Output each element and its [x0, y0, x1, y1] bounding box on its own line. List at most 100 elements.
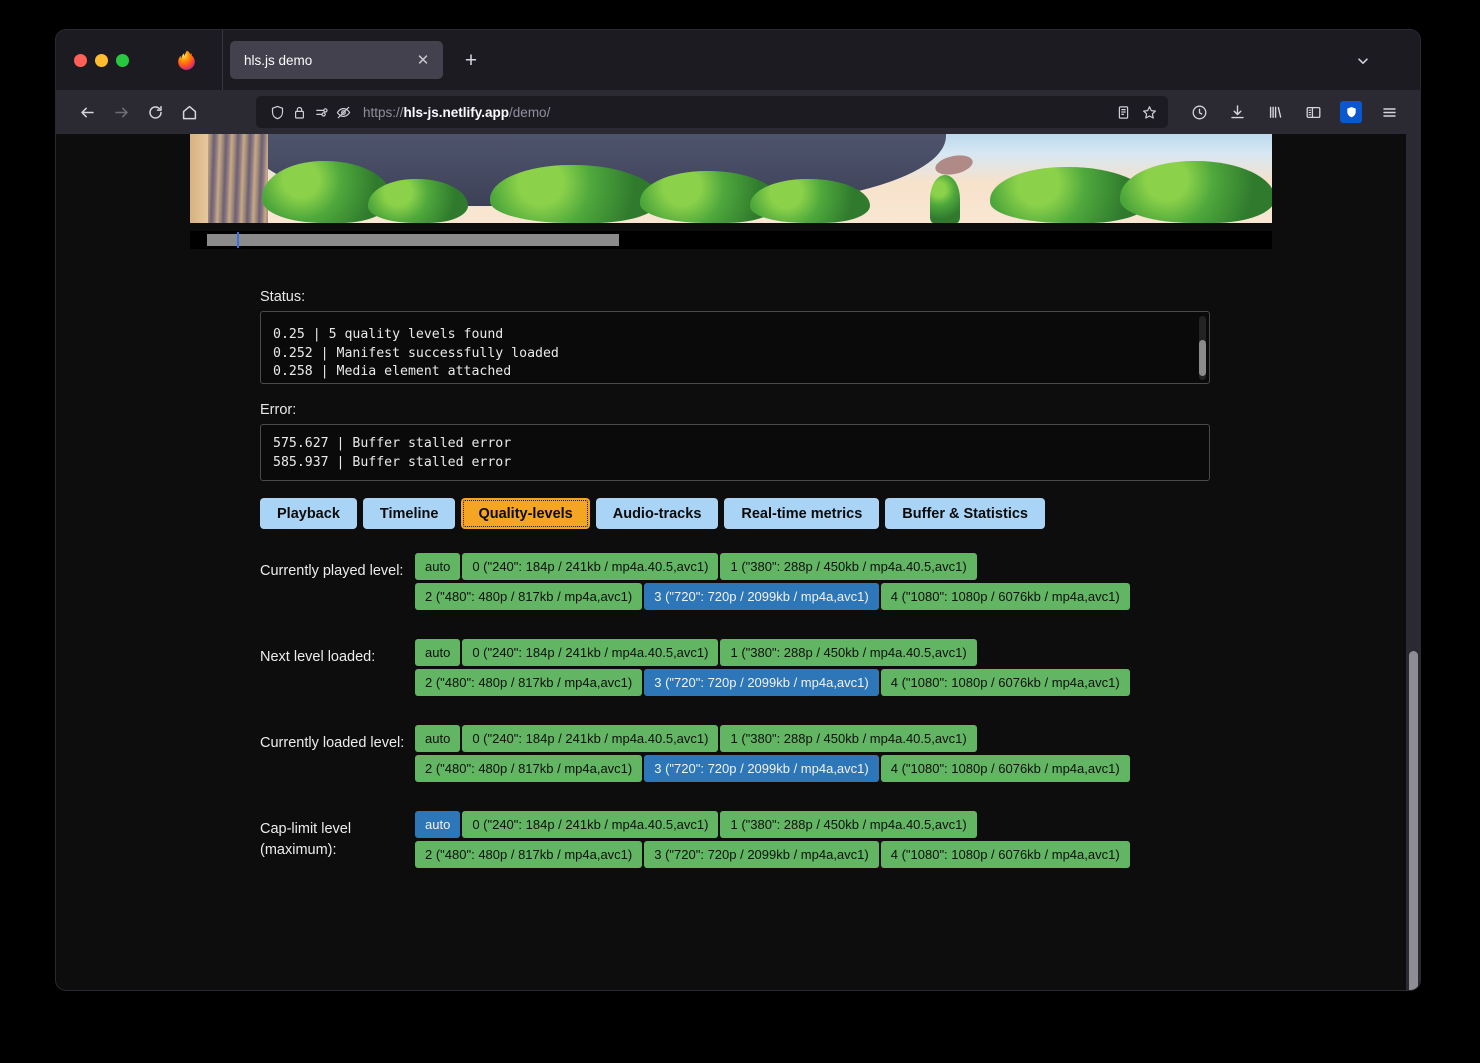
video-bush	[1120, 161, 1272, 223]
forward-button[interactable]	[104, 96, 138, 128]
level-row-currently-played: Currently played level: auto 0 ("240": 1…	[260, 553, 1210, 613]
shield-extension-icon[interactable]	[1334, 96, 1368, 128]
demo-tab-bar: Playback Timeline Quality-levels Audio-t…	[260, 498, 1210, 529]
level-row-label: Currently played level:	[260, 563, 404, 579]
level-button-4[interactable]: 4 ("1080": 1080p / 6076kb / mp4a,avc1)	[880, 755, 1130, 782]
level-button-2[interactable]: 2 ("480": 480p / 817kb / mp4a,avc1)	[415, 755, 643, 782]
level-row-buttons: auto 0 ("240": 184p / 241kb / mp4a.40.5,…	[415, 639, 1165, 699]
level-button-3[interactable]: 3 ("720": 720p / 2099kb / mp4a,avc1)	[644, 755, 879, 782]
status-log-line: 0.258 | Media element attached	[273, 364, 512, 379]
level-button-4[interactable]: 4 ("1080": 1080p / 6076kb / mp4a,avc1)	[880, 583, 1130, 610]
history-icon[interactable]	[1182, 96, 1216, 128]
url-text: https://hls-js.netlify.app/demo/	[363, 105, 1112, 120]
reader-mode-icon[interactable]	[1112, 101, 1134, 123]
status-label: Status:	[260, 289, 306, 305]
browser-tab[interactable]: hls.js demo ✕	[230, 41, 443, 79]
url-host: hls-js.netlify.app	[403, 104, 510, 120]
status-log-scrollbar[interactable]	[1199, 316, 1206, 380]
status-log[interactable]: 0.25 | 5 quality levels found 0.252 | Ma…	[260, 311, 1210, 384]
level-row-buttons: auto 0 ("240": 184p / 241kb / mp4a.40.5,…	[415, 553, 1165, 613]
firefox-logo-icon	[176, 49, 198, 71]
tab-audio-tracks[interactable]: Audio-tracks	[595, 498, 719, 529]
no-tracking-icon[interactable]	[332, 101, 354, 123]
level-button-3[interactable]: 3 ("720": 720p / 2099kb / mp4a,avc1)	[644, 841, 879, 868]
tab-close-icon[interactable]: ✕	[413, 50, 433, 70]
error-log[interactable]: 575.627 | Buffer stalled error 585.937 |…	[260, 424, 1210, 481]
level-button-auto[interactable]: auto	[415, 811, 461, 838]
chevron-down-icon[interactable]	[1352, 50, 1374, 72]
level-button-3[interactable]: 3 ("720": 720p / 2099kb / mp4a,avc1)	[644, 583, 879, 610]
level-button-1[interactable]: 1 ("380": 288p / 450kb / mp4a.40.5,avc1)	[720, 725, 977, 752]
video-player[interactable]	[190, 134, 1272, 223]
tab-quality-levels[interactable]: Quality-levels	[461, 498, 590, 529]
urlbar-right-icons	[1112, 101, 1160, 123]
page-viewport: Status: 0.25 | 5 quality levels found 0.…	[56, 134, 1420, 990]
level-button-1[interactable]: 1 ("380": 288p / 450kb / mp4a.40.5,avc1)	[720, 639, 977, 666]
demo-content: Status: 0.25 | 5 quality levels found 0.…	[56, 289, 1420, 871]
level-button-0[interactable]: 0 ("240": 184p / 241kb / mp4a.40.5,avc1)	[462, 725, 719, 752]
level-button-0[interactable]: 0 ("240": 184p / 241kb / mp4a.40.5,avc1)	[462, 811, 719, 838]
level-row-label: Currently loaded level:	[260, 735, 405, 751]
url-protocol: https://	[363, 104, 404, 120]
new-tab-button[interactable]: +	[459, 48, 483, 72]
shield-icon[interactable]	[266, 101, 288, 123]
window-traffic-lights	[74, 53, 129, 67]
status-log-clipped-line	[273, 319, 1199, 326]
error-label: Error:	[260, 402, 297, 418]
downloads-icon[interactable]	[1220, 96, 1254, 128]
level-button-3[interactable]: 3 ("720": 720p / 2099kb / mp4a,avc1)	[644, 669, 879, 696]
tab-buffer-statistics[interactable]: Buffer & Statistics	[885, 498, 1045, 529]
browser-navigation-toolbar: https://hls-js.netlify.app/demo/	[56, 90, 1420, 134]
home-button[interactable]	[172, 96, 206, 128]
reload-button[interactable]	[138, 96, 172, 128]
error-log-line: 585.937 | Buffer stalled error	[273, 454, 512, 470]
tab-real-time-metrics[interactable]: Real-time metrics	[724, 498, 880, 529]
level-row-label: Cap-limit level (maximum):	[260, 821, 352, 858]
level-button-0[interactable]: 0 ("240": 184p / 241kb / mp4a.40.5,avc1)	[462, 639, 719, 666]
level-row-cap-limit: Cap-limit level (maximum): auto 0 ("240"…	[260, 811, 1210, 871]
level-button-auto[interactable]: auto	[415, 639, 461, 666]
status-log-scroll-thumb[interactable]	[1199, 340, 1206, 376]
level-row-currently-loaded: Currently loaded level: auto 0 ("240": 1…	[260, 725, 1210, 785]
level-button-auto[interactable]: auto	[415, 553, 461, 580]
tabstrip-divider	[222, 30, 223, 90]
page-scrollbar-thumb[interactable]	[1409, 651, 1418, 990]
seek-playhead[interactable]	[237, 232, 239, 248]
status-log-line: 0.25 | 5 quality levels found	[273, 327, 504, 342]
level-button-1[interactable]: 1 ("380": 288p / 450kb / mp4a.40.5,avc1)	[720, 553, 977, 580]
bookmark-star-icon[interactable]	[1138, 101, 1160, 123]
video-seek-bar[interactable]	[190, 231, 1272, 249]
level-button-4[interactable]: 4 ("1080": 1080p / 6076kb / mp4a,avc1)	[880, 841, 1130, 868]
sidebar-icon[interactable]	[1296, 96, 1330, 128]
seek-buffered-range	[207, 234, 619, 246]
level-button-1[interactable]: 1 ("380": 288p / 450kb / mp4a.40.5,avc1)	[720, 811, 977, 838]
application-menu-icon[interactable]	[1372, 96, 1406, 128]
tab-timeline[interactable]: Timeline	[362, 498, 456, 529]
level-row-next-loaded: Next level loaded: auto 0 ("240": 184p /…	[260, 639, 1210, 699]
tab-title: hls.js demo	[244, 52, 313, 68]
window-close-button[interactable]	[74, 53, 87, 67]
level-button-2[interactable]: 2 ("480": 480p / 817kb / mp4a,avc1)	[415, 669, 643, 696]
library-icon[interactable]	[1258, 96, 1292, 128]
video-tree-trunk-light	[190, 134, 208, 223]
window-minimize-button[interactable]	[95, 53, 108, 67]
window-maximize-button[interactable]	[116, 53, 129, 67]
browser-toolbar-actions	[1182, 96, 1406, 128]
level-button-4[interactable]: 4 ("1080": 1080p / 6076kb / mp4a,avc1)	[880, 669, 1130, 696]
tab-playback[interactable]: Playback	[260, 498, 357, 529]
level-button-auto[interactable]: auto	[415, 725, 461, 752]
page-scrollbar[interactable]	[1406, 134, 1420, 990]
level-row-buttons: auto 0 ("240": 184p / 241kb / mp4a.40.5,…	[415, 725, 1165, 785]
status-log-line: 0.252 | Manifest successfully loaded	[273, 345, 559, 361]
permissions-icon[interactable]	[310, 101, 332, 123]
level-button-2[interactable]: 2 ("480": 480p / 817kb / mp4a,avc1)	[415, 583, 643, 610]
url-bar[interactable]: https://hls-js.netlify.app/demo/	[256, 96, 1168, 128]
level-button-2[interactable]: 2 ("480": 480p / 817kb / mp4a,avc1)	[415, 841, 643, 868]
video-bush	[930, 175, 960, 223]
url-path: /demo/	[509, 104, 551, 120]
level-row-label: Next level loaded:	[260, 649, 376, 665]
lock-icon[interactable]	[288, 101, 310, 123]
error-log-line: 575.627 | Buffer stalled error	[273, 436, 512, 451]
back-button[interactable]	[70, 96, 104, 128]
level-button-0[interactable]: 0 ("240": 184p / 241kb / mp4a.40.5,avc1)	[462, 553, 719, 580]
